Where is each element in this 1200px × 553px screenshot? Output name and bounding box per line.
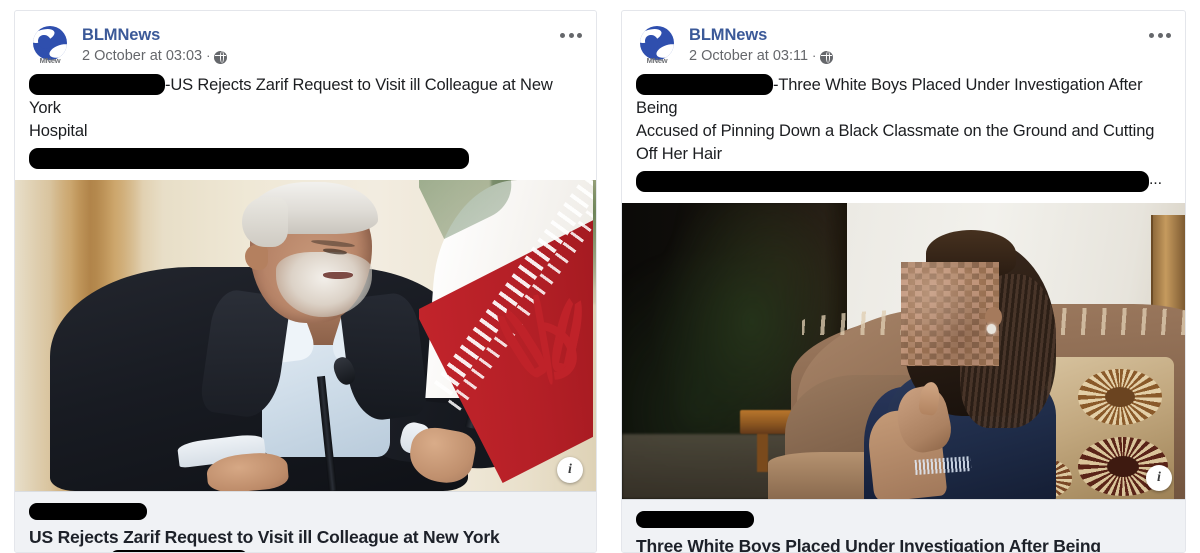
screenshot-root: MNew BLMNews 2 October at 03:03 · -US Re…: [0, 0, 1200, 553]
globe-landmass-shape: [38, 35, 51, 49]
globe-landmass-shape: [645, 35, 658, 49]
background-table-leg: [757, 430, 769, 473]
post-body-line-3: Off Her Hair: [636, 145, 722, 163]
post-meta-row: 2 October at 03:11 ·: [689, 46, 834, 66]
link-title-line-1: US Rejects Zarif Request to Visit ill Co…: [29, 527, 500, 547]
post-meta-row: 2 October at 03:03 ·: [82, 46, 228, 66]
post-header-text: BLMNews 2 October at 03:03 ·: [82, 24, 228, 66]
redaction-bar-link: [636, 171, 1149, 192]
page-name[interactable]: BLMNews: [689, 25, 833, 45]
post-body-line-2: Accused of Pinning Down a Black Classmat…: [636, 122, 1155, 140]
post-body-ellipsis: ...: [1149, 170, 1162, 188]
subject-ear: [245, 245, 269, 271]
globe-icon: [214, 50, 228, 64]
redaction-bar-domain: [29, 503, 147, 520]
link-preview-title: Three White Boys Placed Under Investigat…: [636, 535, 1171, 553]
subject-hair-side: [241, 197, 289, 247]
globe-icon: [820, 50, 834, 64]
ellipsis-dot-3: [1166, 33, 1171, 38]
post-image[interactable]: i: [15, 180, 596, 491]
avatar-brandmark-text: MNew: [39, 56, 61, 65]
iranian-flag: [418, 180, 594, 491]
meta-separator: ·: [206, 48, 211, 63]
ellipsis-dot-1: [560, 33, 565, 38]
post-more-options-button[interactable]: [1149, 33, 1171, 38]
pillow-sunburst-1: [1078, 368, 1163, 426]
post-image[interactable]: i: [622, 203, 1185, 499]
post-timestamp[interactable]: 2 October at 03:11: [689, 46, 808, 66]
ellipsis-dot-2: [1157, 33, 1163, 38]
facebook-post-left: MNew BLMNews 2 October at 03:03 · -US Re…: [14, 10, 597, 553]
avatar[interactable]: MNew: [29, 24, 71, 66]
avatar[interactable]: MNew: [636, 24, 678, 66]
post-more-options-button[interactable]: [560, 33, 582, 38]
link-preview-caption[interactable]: US Rejects Zarif Request to Visit ill Co…: [15, 491, 596, 552]
ellipsis-dot-2: [568, 33, 574, 38]
post-timestamp[interactable]: 2 October at 03:03: [82, 46, 202, 66]
page-name[interactable]: BLMNews: [82, 25, 227, 45]
post-header-text: BLMNews 2 October at 03:11 ·: [689, 24, 834, 66]
info-icon[interactable]: i: [1146, 465, 1172, 491]
post-header: MNew BLMNews 2 October at 03:11 ·: [622, 11, 1185, 70]
post-header: MNew BLMNews 2 October at 03:03 ·: [15, 11, 596, 70]
meta-separator: ·: [812, 48, 817, 63]
redaction-bar-domain: [636, 511, 754, 528]
redaction-bar-link: [29, 148, 469, 169]
post-body-text: -US Rejects Zarif Request to Visit ill C…: [15, 70, 596, 180]
avatar-brandmark-text: MNew: [646, 56, 668, 65]
redaction-bar-source: [636, 74, 773, 96]
link-preview-title: US Rejects Zarif Request to Visit ill Co…: [29, 526, 582, 552]
facebook-post-right: MNew BLMNews 2 October at 03:11 · -Three…: [621, 10, 1186, 553]
info-icon[interactable]: i: [557, 457, 583, 483]
ellipsis-dot-1: [1149, 33, 1154, 38]
link-title-line-1: Three White Boys Placed Under Investigat…: [636, 536, 1101, 553]
ellipsis-dot-3: [577, 33, 582, 38]
post-body-line-2: Hospital: [29, 122, 88, 140]
post-body-text: -Three White Boys Placed Under Investiga…: [622, 70, 1185, 203]
link-preview-caption[interactable]: Three White Boys Placed Under Investigat…: [622, 499, 1185, 553]
redaction-bar-source: [29, 74, 165, 96]
